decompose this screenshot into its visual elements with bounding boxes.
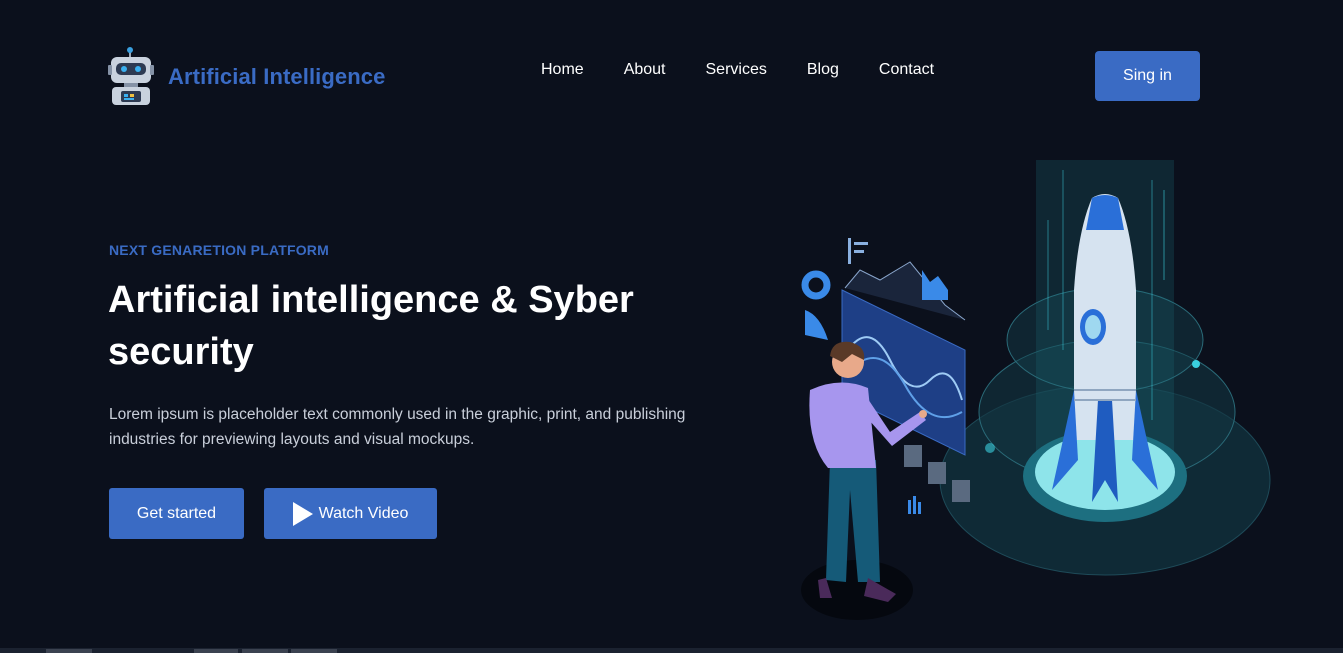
watch-video-label: Watch Video: [318, 504, 409, 522]
sign-in-button[interactable]: Sing in: [1095, 51, 1200, 101]
brand-name: Artificial Intelligence: [168, 64, 386, 89]
hero-illustration: [780, 150, 1280, 630]
scroll-thumb[interactable]: [194, 649, 238, 653]
scroll-thumb[interactable]: [242, 649, 288, 653]
hero-description: Lorem ipsum is placeholder text commonly…: [109, 406, 686, 448]
main-nav: Home About Services Blog Contact: [541, 61, 934, 79]
play-icon: [292, 501, 313, 526]
nav-about[interactable]: About: [624, 61, 666, 79]
scroll-thumb[interactable]: [291, 649, 337, 653]
hero-eyebrow: NEXT GENARETION PLATFORM: [109, 242, 329, 258]
brand-logo[interactable]: Artificial Intelligence: [108, 47, 385, 107]
nav-home[interactable]: Home: [541, 61, 584, 79]
hero-title: Artificial intelligence & Syber security: [108, 279, 634, 373]
get-started-button[interactable]: Get started: [109, 488, 244, 539]
nav-blog[interactable]: Blog: [807, 61, 839, 79]
nav-services[interactable]: Services: [706, 61, 767, 79]
robot-icon: [108, 47, 154, 107]
watch-video-button[interactable]: Watch Video: [264, 488, 437, 539]
horizontal-scrollbar[interactable]: [0, 648, 1343, 653]
get-started-label: Get started: [136, 504, 217, 522]
nav-contact[interactable]: Contact: [879, 61, 934, 79]
scroll-thumb[interactable]: [46, 649, 92, 653]
